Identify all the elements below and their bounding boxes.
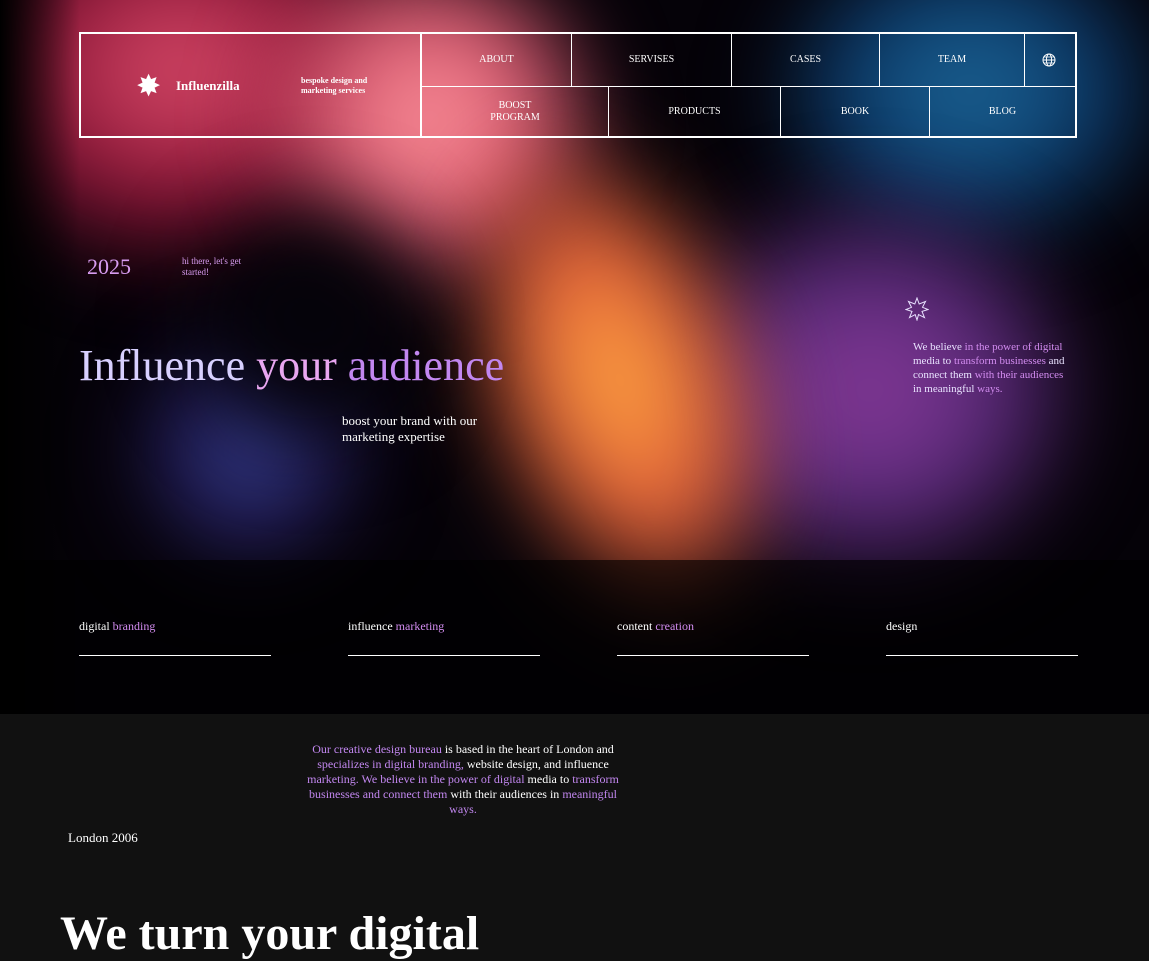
nav-cases[interactable]: CASES — [732, 34, 880, 87]
brand-tagline: bespoke design and marketing services — [301, 76, 368, 95]
hero-headline: Influence your audience — [79, 340, 504, 391]
service-word: design — [886, 619, 918, 633]
starburst-icon: ✸ — [136, 69, 162, 104]
service-link[interactable]: content creation — [617, 619, 809, 656]
year-label: 2025 — [87, 254, 131, 279]
section-title: We turn your digital — [60, 907, 480, 960]
headline-word: Influence — [79, 341, 246, 390]
belief-text: in meaningful — [913, 383, 978, 395]
belief-text: ways. — [977, 383, 1003, 395]
belief-text: We believe — [913, 341, 965, 353]
service-link[interactable]: design — [886, 619, 1078, 656]
service-link[interactable]: influence marketing — [348, 619, 540, 656]
about-paragraph: Our creative design bureau is based in t… — [300, 742, 626, 817]
about-text: Our creative design bureau — [312, 742, 442, 756]
service-word: branding — [112, 619, 156, 633]
site-header: ✸ Influenzilla bespoke design and market… — [79, 32, 1077, 138]
nav-products[interactable]: PRODUCTS — [609, 87, 781, 136]
about-text: with their audiences in — [447, 787, 560, 801]
service-word: creation — [655, 619, 694, 633]
service-link[interactable]: digital branding — [79, 619, 271, 656]
brand-block[interactable]: ✸ Influenzilla bespoke design and market… — [81, 34, 422, 136]
nav-services[interactable]: SERVISES — [572, 34, 732, 87]
nav-book[interactable]: BOOK — [781, 87, 930, 136]
service-word: marketing — [395, 619, 445, 633]
globe-icon — [1042, 53, 1056, 67]
hero-subtitle: boost your brand with our marketing expe… — [342, 413, 478, 444]
about-text: specializes in digital branding, — [317, 757, 464, 771]
headline-word: audience — [347, 341, 505, 390]
nav-blog[interactable]: BLOG — [930, 87, 1075, 136]
about-text: is based in the heart of London and — [441, 742, 614, 756]
nav-team[interactable]: TEAM — [880, 34, 1025, 87]
location-label: London 2006 — [68, 830, 138, 845]
about-text: website design, and influence — [463, 757, 609, 771]
about-text: marketing. We believe in the power of di… — [307, 772, 525, 786]
language-button[interactable] — [1023, 34, 1075, 87]
outline-star-icon — [905, 297, 929, 321]
belief-statement: We believe in the power of digital media… — [913, 340, 1073, 396]
belief-text: with their audiences — [974, 369, 1064, 381]
belief-text: transform businesses — [953, 355, 1046, 367]
belief-text: in the power of digital — [964, 341, 1063, 353]
headline-word: your — [256, 341, 337, 390]
nav-about[interactable]: ABOUT — [422, 34, 572, 87]
service-word: content — [617, 619, 656, 633]
service-word: influence — [348, 619, 396, 633]
about-text: media to — [524, 772, 570, 786]
brand-name: Influenzilla — [176, 78, 240, 93]
service-word: digital — [79, 619, 113, 633]
greeting-text: hi there, let's get started! — [182, 256, 242, 277]
belief-text: media to — [913, 355, 954, 367]
nav-boost-program[interactable]: BOOST PROGRAM — [422, 87, 609, 136]
